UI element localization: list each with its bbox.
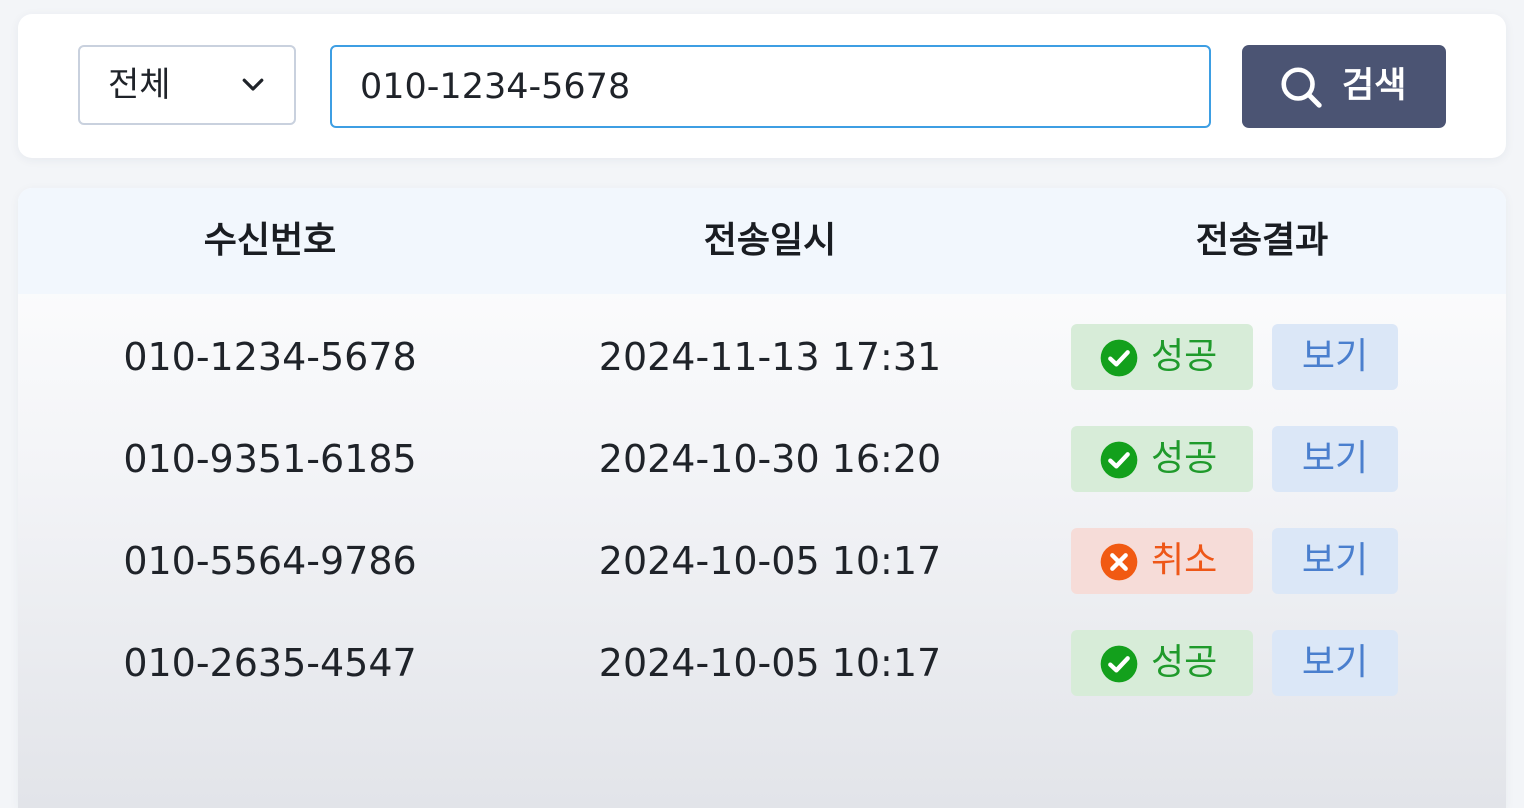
- status-badge: 성공: [1071, 426, 1253, 492]
- cell-sent-at: 2024-10-30 16:20: [598, 437, 942, 481]
- header-phone: 수신번호: [203, 220, 337, 261]
- view-button[interactable]: 보기: [1272, 528, 1398, 594]
- table-row: 010-5564-9786 2024-10-05 10:17 취소 보기: [18, 525, 1506, 627]
- view-button[interactable]: 보기: [1272, 324, 1398, 390]
- x-circle-icon: [1100, 543, 1138, 581]
- search-bar: 전체 검색: [18, 14, 1506, 158]
- cell-phone: 010-9351-6185: [123, 437, 417, 481]
- status-badge: 취소: [1071, 528, 1253, 594]
- search-input[interactable]: [330, 45, 1211, 128]
- cell-sent-at: 2024-11-13 17:31: [598, 335, 942, 379]
- cell-phone: 010-1234-5678: [123, 335, 417, 379]
- search-icon: [1281, 67, 1322, 108]
- check-circle-icon: [1100, 645, 1138, 683]
- check-circle-icon: [1100, 441, 1138, 479]
- status-badge: 성공: [1071, 324, 1253, 390]
- view-button[interactable]: 보기: [1272, 426, 1398, 492]
- chevron-down-icon: [242, 78, 264, 91]
- filter-select-value: 전체: [108, 65, 171, 105]
- status-label: 취소: [1151, 540, 1218, 581]
- filter-select[interactable]: 전체: [78, 45, 296, 125]
- results-table: 수신번호 전송일시 전송결과 010-1234-5678 2024-11-13 …: [18, 188, 1506, 808]
- status-badge: 성공: [1071, 630, 1253, 696]
- status-label: 성공: [1151, 642, 1218, 683]
- cell-sent-at: 2024-10-05 10:17: [598, 641, 942, 685]
- search-button[interactable]: 검색: [1242, 45, 1446, 128]
- search-button-label: 검색: [1342, 66, 1407, 106]
- table-row: 010-2635-4547 2024-10-05 10:17 성공 보기: [18, 627, 1506, 729]
- cell-phone: 010-5564-9786: [123, 539, 417, 583]
- cell-phone: 010-2635-4547: [123, 641, 417, 685]
- cell-sent-at: 2024-10-05 10:17: [598, 539, 942, 583]
- status-label: 성공: [1151, 336, 1218, 377]
- status-label: 성공: [1151, 438, 1218, 479]
- header-result: 전송결과: [1195, 220, 1329, 261]
- table-header: 수신번호 전송일시 전송결과: [18, 188, 1506, 294]
- header-sent-at: 전송일시: [703, 220, 837, 261]
- view-button[interactable]: 보기: [1272, 630, 1398, 696]
- check-circle-icon: [1100, 339, 1138, 377]
- table-row: 010-9351-6185 2024-10-30 16:20 성공 보기: [18, 423, 1506, 525]
- table-row: 010-1234-5678 2024-11-13 17:31 성공 보기: [18, 321, 1506, 423]
